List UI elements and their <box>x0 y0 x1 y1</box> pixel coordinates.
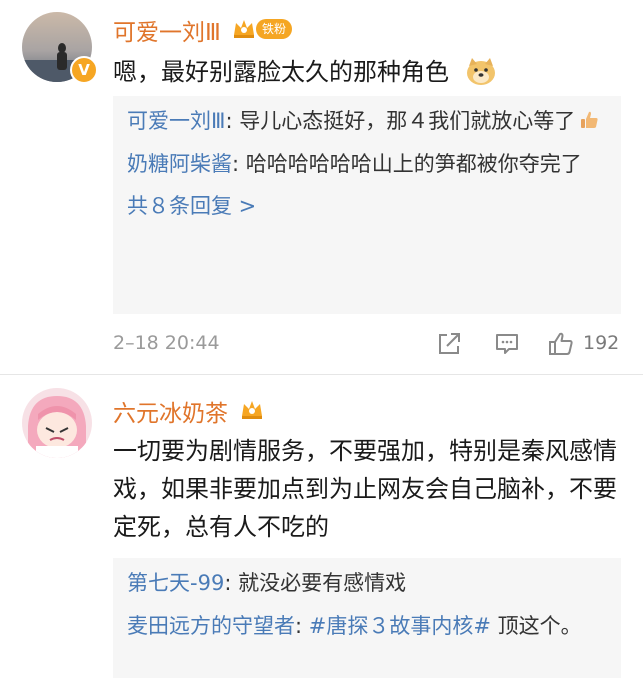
reply-text: 导儿心态挺好，那４我们就放心等了 <box>239 109 576 133</box>
reply-text: 顶这个。 <box>490 614 582 638</box>
verified-v-icon: V <box>70 56 98 84</box>
fan-badge: 铁粉 <box>256 19 293 39</box>
reply-text: 就没必要有感情戏 <box>238 571 407 595</box>
reply-separator: : <box>232 152 246 176</box>
avatar-image <box>22 388 92 458</box>
like-icon[interactable] <box>547 330 575 358</box>
reply-item[interactable]: 奶糖阿柴酱: 哈哈哈哈哈哈山上的笋都被你夺完了 <box>127 147 607 182</box>
comment-icon[interactable] <box>493 330 521 358</box>
more-replies-link[interactable]: 共８条回复 > <box>127 190 607 222</box>
comment-text: 一切要为剧情服务，不要强加，特别是秦风感情戏，如果非要加点到为止网友会自己脑补，… <box>113 437 617 541</box>
like-count: 192 <box>583 332 620 354</box>
comment-text-content: 嗯，最好别露脸太久的那种角色 <box>113 58 449 86</box>
timestamp: 2–18 20:44 <box>113 332 220 354</box>
reply-item[interactable]: 可爱一刘Ⅲ: 导儿心态挺好，那４我们就放心等了 <box>127 104 607 139</box>
crown-badge-icon <box>234 20 254 38</box>
avatar[interactable] <box>22 388 92 458</box>
topic-tag-link[interactable]: #唐探３故事内核# <box>309 614 491 638</box>
comment-meta: 2–18 20:44 192 <box>113 330 621 360</box>
reply-text: 哈哈哈哈哈哈山上的笋都被你夺完了 <box>245 152 582 176</box>
reply-separator: : <box>224 571 239 595</box>
crown-badge-icon <box>242 401 262 419</box>
reply-author[interactable]: 麦田远方的守望者 <box>127 614 295 638</box>
reply-item[interactable]: 第七天-99: 就没必要有感情戏 <box>127 566 607 601</box>
doge-emoji-icon <box>466 58 495 85</box>
comment-text: 嗯，最好别露脸太久的那种角色 <box>113 53 497 91</box>
reply-box[interactable]: 第七天-99: 就没必要有感情戏 麦田远方的守望者: #唐探３故事内核# 顶这个… <box>113 558 621 678</box>
share-icon[interactable] <box>435 330 463 358</box>
username[interactable]: 六元冰奶茶 <box>113 394 228 428</box>
divider <box>0 374 643 375</box>
username[interactable]: 可爱一刘Ⅲ <box>113 13 221 47</box>
reply-author[interactable]: 可爱一刘Ⅲ <box>127 109 225 133</box>
thumbs-up-emoji-icon <box>581 111 598 128</box>
reply-item[interactable]: 麦田远方的守望者: #唐探３故事内核# 顶这个。 <box>127 609 607 644</box>
reply-author[interactable]: 第七天-99 <box>127 571 224 595</box>
reply-box[interactable]: 可爱一刘Ⅲ: 导儿心态挺好，那４我们就放心等了 奶糖阿柴酱: 哈哈哈哈哈哈山上的… <box>113 96 621 314</box>
reply-separator: : <box>225 109 240 133</box>
reply-author[interactable]: 奶糖阿柴酱 <box>127 152 232 176</box>
reply-separator: : <box>295 614 309 638</box>
